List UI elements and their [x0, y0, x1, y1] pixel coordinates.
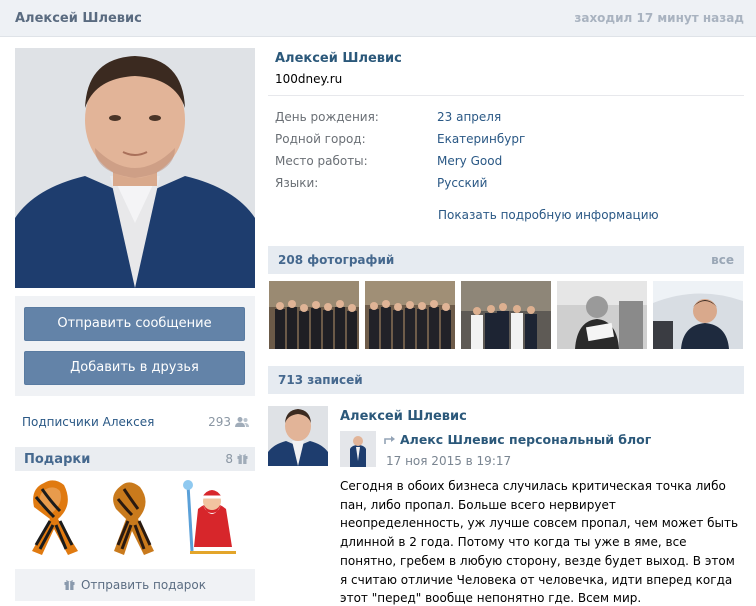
- followers-count: 293: [208, 415, 231, 429]
- posts-count-label[interactable]: 713 записей: [278, 373, 363, 387]
- profile-avatar[interactable]: [15, 48, 255, 288]
- post-author-name[interactable]: Алексей Шлевис: [340, 409, 467, 424]
- photos-all-link[interactable]: все: [711, 253, 734, 267]
- followers-icon: [235, 417, 249, 427]
- info-row-hometown: Родной город: Екатеринбург: [275, 132, 735, 148]
- photo-thumbnail[interactable]: [461, 281, 551, 349]
- post-date[interactable]: 17 ноя 2015 в 19:17: [386, 454, 511, 468]
- gift-ribbon-2[interactable]: [100, 479, 164, 557]
- photo-thumbnail[interactable]: [653, 281, 743, 349]
- photo-thumbnail[interactable]: [269, 281, 359, 349]
- info-value-link[interactable]: Русский: [437, 176, 487, 190]
- info-key: Место работы:: [275, 154, 368, 168]
- posts-header[interactable]: 713 записей: [268, 366, 744, 394]
- info-row-workplace: Место работы: Mery Good: [275, 154, 735, 170]
- followers-label[interactable]: Подписчики Алексея: [22, 415, 154, 429]
- info-value-link[interactable]: Mery Good: [437, 154, 502, 168]
- send-gift-label: Отправить подарок: [80, 578, 207, 592]
- gift-ribbon-1[interactable]: [20, 479, 84, 557]
- profile-page: Отправить сообщение Добавить в друзья По…: [0, 37, 756, 606]
- info-key: День рождения:: [275, 110, 379, 124]
- photo-thumbnail[interactable]: [365, 281, 455, 349]
- photos-count-label[interactable]: 208 фотографий: [278, 253, 394, 267]
- gift-icon: [237, 454, 248, 464]
- profile-top-bar: Алексей Шлевис заходил 17 минут назад: [0, 0, 756, 37]
- profile-actions: Отправить сообщение Добавить в друзья: [15, 296, 255, 396]
- send-gift-button[interactable]: Отправить подарок: [15, 569, 255, 601]
- post-text: Сегодня в обоих бизнеса случилась критич…: [340, 479, 739, 606]
- info-value-link[interactable]: Екатеринбург: [437, 132, 525, 146]
- info-value-link[interactable]: 23 апреля: [437, 110, 501, 124]
- photos-header[interactable]: 208 фотографий все: [268, 246, 744, 274]
- gifts-count: 8: [225, 452, 233, 466]
- gifts-label[interactable]: Подарки: [24, 452, 90, 467]
- top-bar-user-name[interactable]: Алексей Шлевис: [15, 11, 142, 26]
- gift-ded-moroz[interactable]: [178, 479, 242, 557]
- info-row-languages: Языки: Русский: [275, 176, 735, 192]
- info-row-birthday: День рождения: 23 апреля: [275, 110, 735, 126]
- profile-status: 100dney.ru: [275, 72, 343, 86]
- info-key: Родной город:: [275, 132, 366, 146]
- gift-icon: [64, 580, 75, 590]
- followers-row[interactable]: Подписчики Алексея 293: [15, 408, 255, 436]
- divider: [268, 95, 744, 96]
- post-author-avatar[interactable]: [268, 406, 328, 466]
- profile-name: Алексей Шлевис: [275, 51, 402, 66]
- show-full-info-link[interactable]: Показать подробную информацию: [438, 208, 659, 222]
- last-seen-status: заходил 17 минут назад: [574, 11, 744, 25]
- add-friend-button[interactable]: Добавить в друзья: [24, 351, 245, 385]
- repost-icon: [384, 436, 395, 444]
- send-message-button[interactable]: Отправить сообщение: [24, 307, 245, 341]
- info-key: Языки:: [275, 176, 319, 190]
- repost-source-avatar[interactable]: [340, 431, 376, 467]
- repost-source-name[interactable]: Алекс Шлевис персональный блог: [400, 432, 651, 447]
- gifts-header[interactable]: Подарки 8: [15, 447, 255, 471]
- photo-thumbnail[interactable]: [557, 281, 647, 349]
